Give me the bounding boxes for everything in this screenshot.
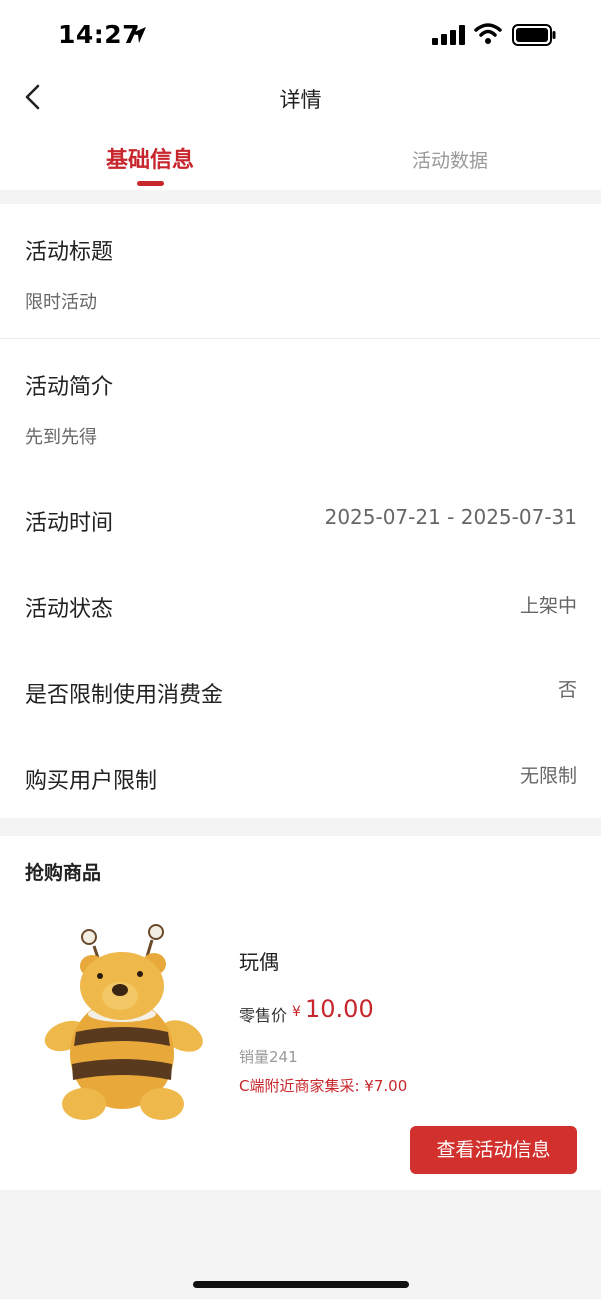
activity-status-label: 活动状态 — [25, 597, 114, 622]
user-limit-label: 购买用户限制 — [25, 769, 158, 794]
wifi-icon — [474, 23, 502, 44]
activity-time-label: 活动时间 — [25, 511, 114, 536]
c-end-group-price: C端附近商家集采: ¥7.00 — [239, 1077, 408, 1095]
activity-title-value: 限时活动 — [25, 292, 97, 313]
page-title: 详情 — [279, 88, 322, 112]
tab-activity-data[interactable]: 活动数据 — [300, 146, 600, 173]
flash-sale-products-card: 抢购商品 玩偶 零售价 ¥ 10.00 销量241 C端附近商家集采: ¥7.0… — [0, 836, 601, 1190]
view-activity-info-button[interactable]: 查看活动信息 — [410, 1126, 577, 1174]
home-indicator — [193, 1281, 409, 1288]
battery-icon — [512, 24, 556, 46]
activity-time-value: 2025-07-21 - 2025-07-31 — [324, 505, 577, 529]
tab-basic-info[interactable]: 基础信息 — [0, 142, 300, 174]
activity-info-card: 活动标题 限时活动 活动简介 先到先得 活动时间 2025-07-21 - 20… — [0, 204, 601, 818]
active-tab-indicator — [137, 181, 164, 186]
sales-count: 销量241 — [239, 1048, 298, 1066]
divider — [0, 338, 601, 339]
cellular-signal-icon — [432, 25, 465, 45]
retail-price-label: 零售价 — [239, 1006, 288, 1025]
activity-intro-value: 先到先得 — [25, 427, 97, 448]
nav-bar: 详情 — [0, 70, 601, 126]
product-name: 玩偶 — [239, 950, 279, 974]
user-limit-value: 无限制 — [519, 765, 577, 787]
activity-title-label: 活动标题 — [25, 240, 114, 265]
activity-detail-page: 14:27 详情 基础信息 活动数据 活动标题 限时活动 活动简介 先到先得 活… — [0, 0, 601, 1299]
tab-bar: 基础信息 活动数据 — [0, 126, 601, 190]
limit-consumption-value: 否 — [557, 679, 577, 701]
retail-price-value: 10.00 — [305, 995, 374, 1023]
activity-status-value: 上架中 — [519, 595, 577, 617]
status-bar: 14:27 — [0, 0, 601, 70]
bee-plush-toy-icon — [44, 924, 203, 1120]
price-currency: ¥ — [292, 1004, 301, 1020]
activity-intro-label: 活动简介 — [25, 375, 114, 400]
location-arrow-icon — [130, 27, 146, 43]
section-title: 抢购商品 — [25, 862, 102, 884]
limit-consumption-label: 是否限制使用消费金 — [25, 683, 224, 708]
